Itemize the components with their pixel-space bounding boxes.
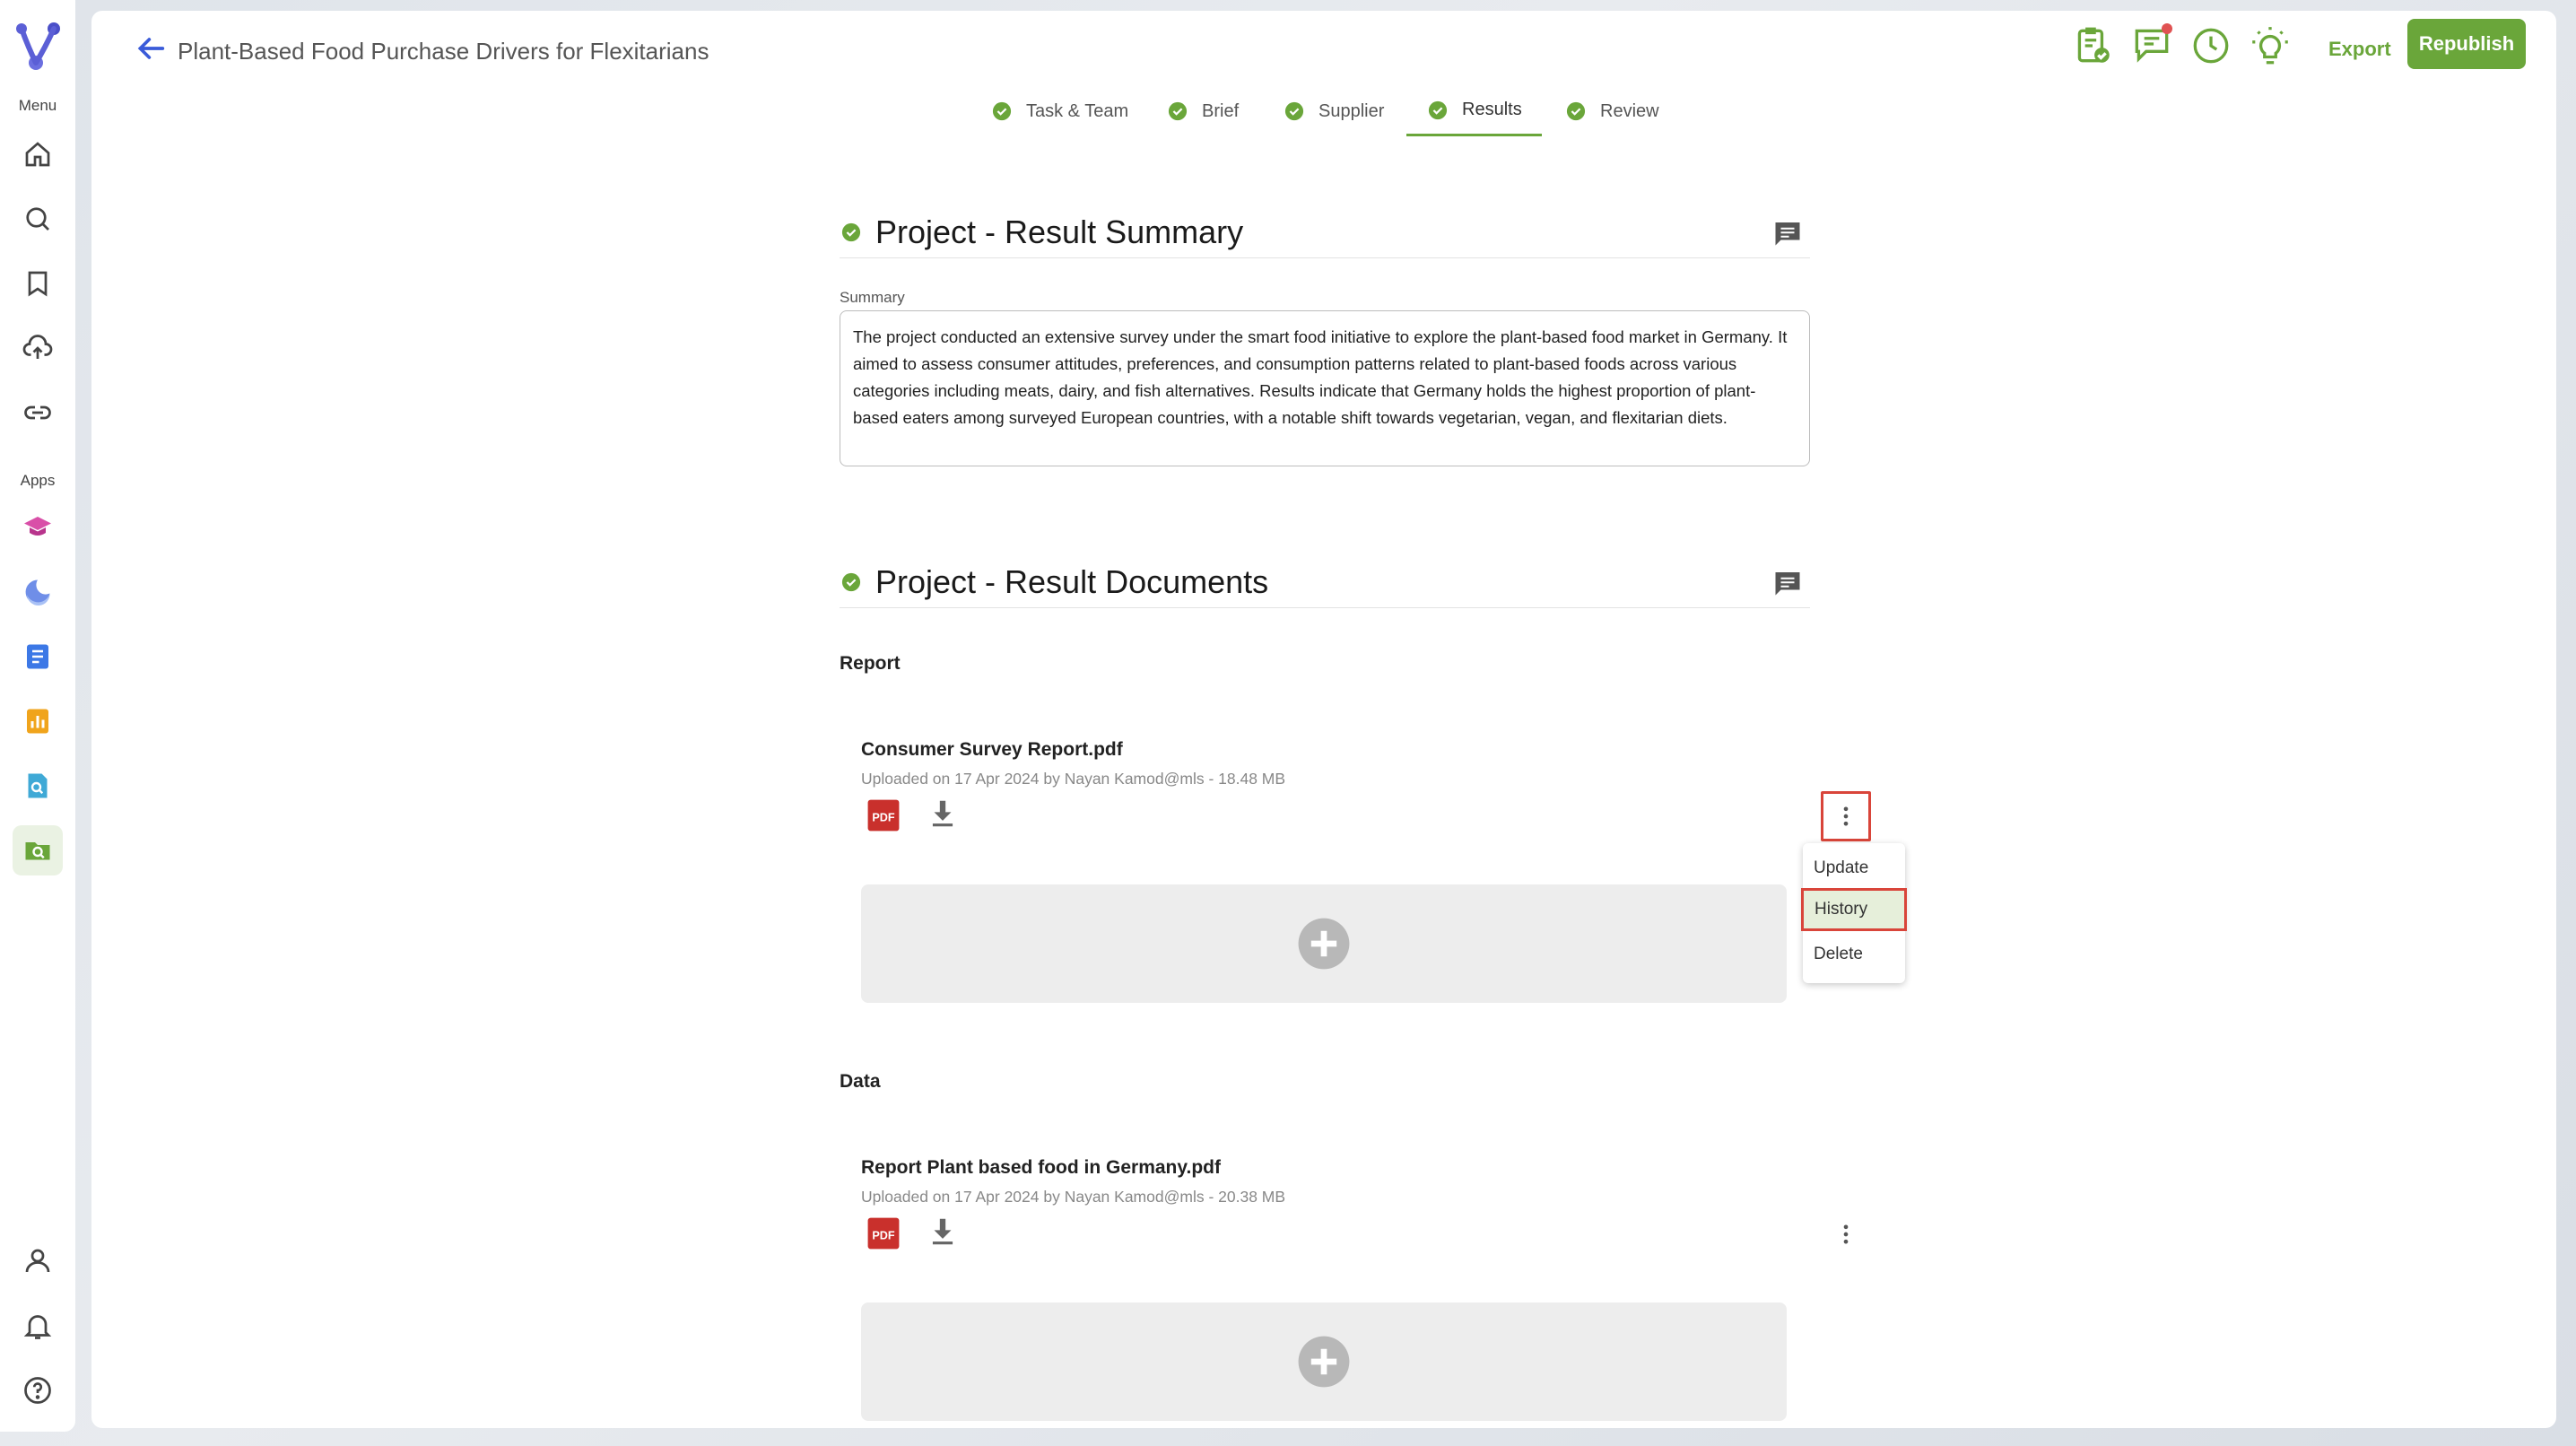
menu-item-update[interactable]: Update bbox=[1803, 847, 1905, 890]
add-circle-icon bbox=[1298, 918, 1350, 970]
step-tabs: Task & Team Brief Supplier Results Revie… bbox=[91, 86, 2556, 136]
group-label-report: Report bbox=[840, 653, 901, 674]
tab-results[interactable]: Results bbox=[1406, 86, 1542, 136]
menu-label: Menu bbox=[18, 97, 57, 114]
documents-section-header: Project - Result Documents bbox=[840, 545, 1810, 608]
lightbulb-icon[interactable] bbox=[2248, 23, 2293, 68]
summary-section-header: Project - Result Summary bbox=[840, 196, 1810, 258]
export-button[interactable]: Export bbox=[2319, 30, 2400, 68]
document-meta: Uploaded on 17 Apr 2024 by Nayan Kamod@m… bbox=[861, 770, 1286, 788]
page-title: Plant-Based Food Purchase Drivers for Fl… bbox=[178, 38, 709, 65]
user-icon[interactable] bbox=[13, 1236, 63, 1286]
kebab-menu-icon bbox=[1843, 1224, 1849, 1244]
tab-label: Review bbox=[1600, 100, 1659, 121]
document-context-menu: Update History Delete bbox=[1801, 843, 1907, 983]
pdf-icon[interactable]: PDF bbox=[866, 798, 901, 832]
clock-icon[interactable] bbox=[2189, 23, 2233, 68]
app-chart-icon[interactable] bbox=[13, 696, 63, 746]
app-graduation-icon[interactable] bbox=[13, 502, 63, 553]
document-meta: Uploaded on 17 Apr 2024 by Nayan Kamod@m… bbox=[861, 1188, 1286, 1206]
tab-task-team[interactable]: Task & Team bbox=[992, 86, 1128, 136]
sidebar: Menu Apps bbox=[0, 0, 75, 1432]
pdf-icon[interactable]: PDF bbox=[866, 1216, 901, 1250]
check-circle-icon bbox=[1284, 101, 1304, 121]
help-icon[interactable] bbox=[13, 1365, 63, 1416]
menu-item-history[interactable]: History bbox=[1801, 888, 1907, 931]
tab-label: Supplier bbox=[1318, 100, 1385, 121]
search-icon[interactable] bbox=[13, 194, 63, 244]
tab-brief[interactable]: Brief bbox=[1168, 86, 1239, 136]
clipboard-check-icon[interactable] bbox=[2070, 23, 2115, 68]
check-circle-icon bbox=[992, 101, 1012, 121]
kebab-menu-icon bbox=[1843, 806, 1849, 826]
add-circle-icon bbox=[1298, 1336, 1350, 1388]
back-arrow-icon[interactable] bbox=[133, 30, 169, 66]
svg-text:PDF: PDF bbox=[872, 1229, 895, 1241]
section-title: Project - Result Documents bbox=[875, 563, 1269, 600]
check-circle-icon bbox=[841, 222, 861, 242]
check-circle-icon bbox=[1566, 101, 1586, 121]
check-circle-icon bbox=[1168, 101, 1188, 121]
app-logo-icon[interactable] bbox=[9, 18, 66, 75]
more-options-button[interactable] bbox=[1821, 1209, 1871, 1259]
bookmark-icon[interactable] bbox=[13, 258, 63, 309]
document-name[interactable]: Report Plant based food in Germany.pdf bbox=[861, 1157, 1221, 1179]
check-circle-icon bbox=[841, 572, 861, 592]
app-search-doc-icon[interactable] bbox=[13, 761, 63, 811]
menu-item-delete[interactable]: Delete bbox=[1803, 933, 1905, 976]
bell-icon[interactable] bbox=[13, 1301, 63, 1351]
download-icon[interactable] bbox=[926, 797, 960, 831]
document-name[interactable]: Consumer Survey Report.pdf bbox=[861, 739, 1123, 761]
notification-dot bbox=[2162, 23, 2172, 34]
app-document-icon[interactable] bbox=[13, 632, 63, 682]
more-options-button[interactable] bbox=[1821, 791, 1871, 841]
link-icon[interactable] bbox=[13, 388, 63, 438]
tab-supplier[interactable]: Supplier bbox=[1284, 86, 1384, 136]
tab-label: Results bbox=[1462, 100, 1522, 119]
section-title: Project - Result Summary bbox=[875, 213, 1244, 250]
add-document-area[interactable] bbox=[861, 884, 1787, 1003]
tab-label: Brief bbox=[1202, 100, 1240, 121]
svg-text:PDF: PDF bbox=[872, 811, 895, 823]
home-icon[interactable] bbox=[13, 129, 63, 179]
app-folder-search-icon[interactable] bbox=[13, 825, 63, 875]
upload-cloud-icon[interactable] bbox=[13, 323, 63, 373]
tab-review[interactable]: Review bbox=[1566, 86, 1659, 136]
comment-icon[interactable] bbox=[1771, 217, 1805, 249]
summary-label: Summary bbox=[840, 289, 905, 306]
comment-icon[interactable] bbox=[1771, 567, 1805, 599]
app-moon-icon[interactable] bbox=[13, 567, 63, 617]
group-label-data: Data bbox=[840, 1071, 881, 1092]
apps-label: Apps bbox=[20, 472, 56, 489]
check-circle-icon bbox=[1428, 100, 1448, 119]
download-icon[interactable] bbox=[926, 1215, 960, 1249]
republish-button[interactable]: Republish bbox=[2407, 19, 2526, 69]
summary-textarea[interactable]: The project conducted an extensive surve… bbox=[840, 310, 1810, 466]
add-document-area[interactable] bbox=[861, 1302, 1787, 1421]
main-panel: Plant-Based Food Purchase Drivers for Fl… bbox=[91, 11, 2556, 1428]
tab-label: Task & Team bbox=[1026, 100, 1129, 121]
chat-icon[interactable] bbox=[2129, 22, 2174, 66]
